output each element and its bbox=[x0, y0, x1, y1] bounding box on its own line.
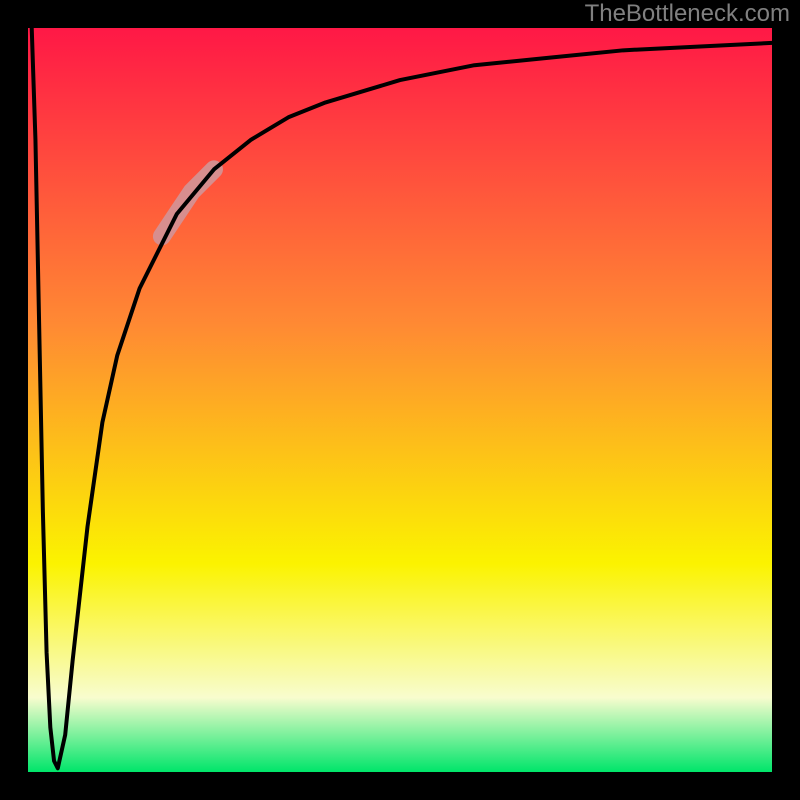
chart-svg bbox=[0, 0, 800, 800]
plot-background bbox=[28, 28, 772, 772]
watermark-text: TheBottleneck.com bbox=[585, 0, 790, 28]
chart-frame: { "watermark": "TheBottleneck.com", "cha… bbox=[0, 0, 800, 800]
